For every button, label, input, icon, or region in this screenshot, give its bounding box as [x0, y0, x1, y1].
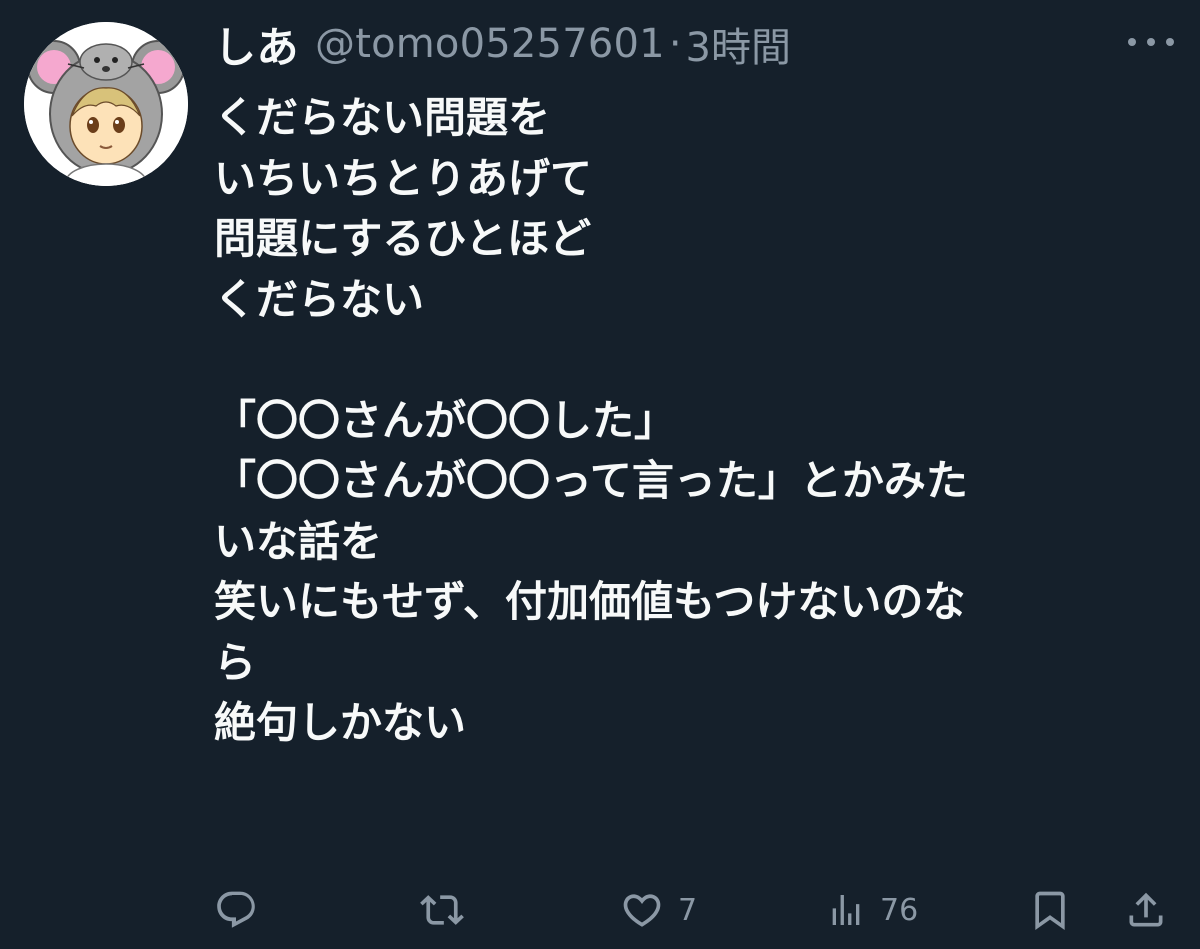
heart-icon: [623, 894, 661, 927]
timestamp[interactable]: 3時間: [686, 15, 791, 73]
tweet-line: 絶句しかない: [214, 698, 467, 747]
views-icon: [832, 895, 860, 925]
tweet-line: [214, 330, 1164, 391]
share-button[interactable]: [1124, 880, 1168, 940]
tweet[interactable]: しあ @tomo05257601 · 3時間 くだらない問題を いちいちとりあげ…: [0, 0, 1200, 949]
views-count: 76: [880, 892, 919, 928]
tweet-text: くだらない問題を いちいちとりあげて 問題にするひとほど くだらない 「〇〇さん…: [214, 88, 1164, 754]
display-name[interactable]: しあ: [214, 14, 299, 75]
tweet-line: ら: [214, 637, 257, 687]
tweet-line: くだらない: [214, 274, 425, 324]
tweet-line: いな話を: [214, 516, 383, 566]
tweet-line: 問題にするひとほど: [214, 214, 592, 263]
tweet-line: 笑いにもせず、付加価値もつけないのな: [214, 577, 966, 626]
action-bar: 7 76: [0, 880, 1200, 940]
tweet-line: くだらない問題を: [214, 93, 551, 142]
tweet-line: 「〇〇さんが〇〇って言った」とかみた: [214, 456, 968, 505]
share-icon: [1129, 892, 1163, 927]
like-count: 7: [678, 892, 698, 928]
more-options-icon[interactable]: [1128, 34, 1174, 50]
like-button[interactable]: 7: [620, 880, 697, 940]
tweet-line: 「〇〇さんが〇〇した」: [214, 395, 677, 445]
dot: [1128, 38, 1136, 46]
dot: [1147, 38, 1155, 46]
tweet-header: しあ @tomo05257601 · 3時間: [214, 14, 791, 74]
mouse-avatar-icon: [24, 22, 188, 186]
retweet-icon: [420, 895, 464, 925]
bookmark-button[interactable]: [1028, 880, 1072, 940]
tweet-line: いちいちとりあげて: [214, 153, 593, 203]
user-handle[interactable]: @tomo05257601: [315, 21, 665, 67]
bookmark-icon: [1035, 891, 1065, 931]
retweet-button[interactable]: [418, 880, 466, 940]
separator: ·: [668, 21, 682, 67]
avatar[interactable]: [24, 22, 188, 186]
dot: [1166, 38, 1174, 46]
reply-icon: [217, 891, 255, 928]
reply-button[interactable]: [214, 880, 258, 940]
views-button[interactable]: 76: [826, 880, 918, 940]
